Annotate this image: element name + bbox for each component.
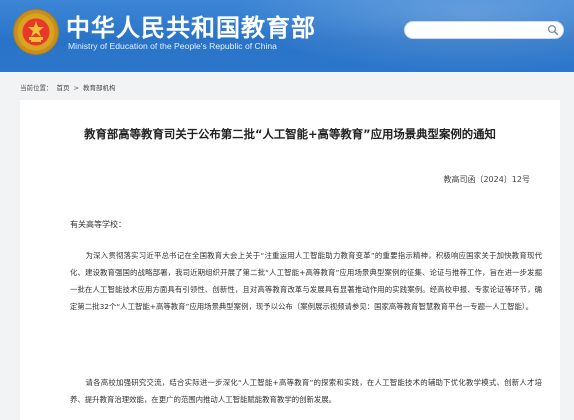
site-header: 中华人民共和国教育部 Ministry of Education of the … (0, 0, 574, 72)
breadcrumb-home-link[interactable]: 首页 (57, 84, 70, 92)
article-paragraph: 为深入贯彻落实习近平总书记在全国教育大会上关于“注重运用人工智能助力教育变革”的… (70, 251, 542, 311)
national-emblem-icon[interactable] (14, 10, 58, 54)
search-icon[interactable] (547, 24, 559, 36)
site-subtitle: Ministry of Education of the People's Re… (68, 41, 277, 51)
article-salutation: 有关高等学校： (70, 220, 126, 229)
breadcrumb-separator: > (73, 84, 79, 92)
article-title: 教育部高等教育司关于公布第二批“人工智能+高等教育”应用场景典型案例的通知 (84, 127, 496, 141)
emblem-star-graphic (28, 21, 44, 42)
document-number: 教高司函〔2024〕12号 (443, 175, 530, 184)
breadcrumb: 当前位置： 首页 > 教育部机构 (20, 82, 119, 96)
article-paragraph: 请各高校加强研究交流，结合实际进一步深化“人工智能+高等教育”的探索和实践，在人… (70, 378, 542, 404)
search-input[interactable] (411, 23, 543, 39)
search-box[interactable] (404, 21, 564, 39)
site-title[interactable]: 中华人民共和国教育部 (66, 8, 316, 43)
article-panel: 教育部高等教育司关于公布第二批“人工智能+高等教育”应用场景典型案例的通知 教高… (20, 100, 560, 420)
breadcrumb-prefix: 当前位置： (20, 84, 53, 92)
breadcrumb-section-link[interactable]: 教育部机构 (83, 84, 116, 92)
